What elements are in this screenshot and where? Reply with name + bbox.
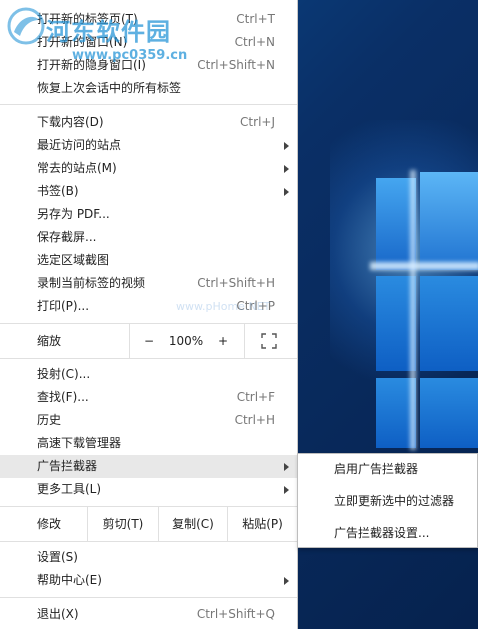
copy-button[interactable]: 复制(C) (159, 507, 227, 541)
edit-label: 修改 (37, 517, 62, 531)
menu-item-label: 恢复上次会话中的所有标签 (37, 81, 182, 95)
wallpaper-light-beam (410, 170, 416, 450)
menu-item-shortcut: Ctrl+T (236, 12, 275, 26)
submenu-item-label: 启用广告拦截器 (334, 462, 419, 476)
menu-item-label: 更多工具(L) (37, 482, 102, 496)
menu-item-shortcut: Ctrl+N (234, 35, 275, 49)
chevron-right-icon (281, 478, 291, 501)
chevron-right-icon (281, 157, 291, 180)
menu-item-label: 投射(C)... (37, 367, 91, 381)
paste-button[interactable]: 粘贴(P) (228, 507, 297, 541)
divider (129, 324, 130, 358)
chevron-right-icon (281, 569, 291, 592)
menu-item-frequent-sites[interactable]: 常去的站点(M) (0, 157, 297, 180)
watermark-url: www.pc0359.cn (72, 48, 188, 63)
menu-item-download-manager[interactable]: 高速下载管理器 (0, 432, 297, 455)
menu-item-find[interactable]: 查找(F)... Ctrl+F (0, 386, 297, 409)
divider (244, 324, 245, 358)
menu-item-shortcut: Ctrl+J (240, 115, 275, 129)
submenu-item-enable-ad-blocker[interactable]: 启用广告拦截器 (298, 454, 477, 484)
menu-item-label: 查找(F)... (37, 390, 89, 404)
menu-separator (0, 597, 297, 598)
zoom-out-button[interactable]: − (138, 324, 160, 358)
menu-item-shortcut: Ctrl+H (234, 413, 275, 427)
cut-button[interactable]: 剪切(T) (88, 507, 158, 541)
fullscreen-icon[interactable] (261, 333, 277, 349)
menu-item-exit[interactable]: 退出(X) Ctrl+Shift+Q (0, 603, 297, 626)
menu-item-label: 常去的站点(M) (37, 161, 117, 175)
menu-item-save-screenshot[interactable]: 保存截屏... (0, 226, 297, 249)
submenu-item-ad-blocker-settings[interactable]: 广告拦截器设置... (298, 518, 477, 548)
menu-item-label: 广告拦截器 (37, 459, 98, 473)
menu-item-settings[interactable]: 设置(S) (0, 546, 297, 569)
zoom-level: 100% (168, 334, 204, 348)
menu-item-label: 选定区域截图 (37, 253, 110, 267)
chevron-right-icon (281, 180, 291, 203)
menu-separator (0, 104, 297, 105)
wallpaper-window-pane (420, 276, 478, 371)
menu-item-bookmarks[interactable]: 书签(B) (0, 180, 297, 203)
menu-item-shortcut: Ctrl+Shift+H (197, 276, 275, 290)
menu-item-history[interactable]: 历史 Ctrl+H (0, 409, 297, 432)
watermark-logo-icon (7, 7, 45, 45)
menu-item-shortcut: Ctrl+Shift+N (197, 58, 275, 72)
menu-item-label: 另存为 PDF... (37, 207, 110, 221)
menu-item-label: 保存截屏... (37, 230, 97, 244)
watermark-title: 河东软件园 (46, 17, 171, 46)
zoom-row: 缩放 − 100% + (0, 323, 297, 359)
submenu-item-label: 广告拦截器设置... (334, 526, 430, 540)
menu-item-label: 帮助中心(E) (37, 573, 102, 587)
zoom-in-button[interactable]: + (212, 324, 234, 358)
menu-item-label: 录制当前标签的视频 (37, 276, 146, 290)
menu-item-more-tools[interactable]: 更多工具(L) (0, 478, 297, 501)
menu-item-help-center[interactable]: 帮助中心(E) (0, 569, 297, 592)
submenu-item-update-filters[interactable]: 立即更新选中的过滤器 (298, 486, 477, 516)
zoom-label: 缩放 (37, 334, 62, 348)
wallpaper-light-beam (370, 262, 478, 270)
menu-item-label: 高速下载管理器 (37, 436, 122, 450)
menu-item-cast[interactable]: 投射(C)... (0, 363, 297, 386)
menu-item-shortcut: Ctrl+Shift+Q (196, 607, 275, 621)
submenu-item-label: 立即更新选中的过滤器 (334, 494, 455, 508)
wallpaper-window-pane (420, 378, 478, 448)
menu-item-label: 设置(S) (37, 550, 78, 564)
menu-item-label: 历史 (37, 413, 62, 427)
wallpaper-window-pane (420, 172, 478, 270)
menu-item-downloads[interactable]: 下载内容(D) Ctrl+J (0, 111, 297, 134)
menu-item-region-screenshot[interactable]: 选定区域截图 (0, 249, 297, 272)
ad-blocker-submenu: 启用广告拦截器 立即更新选中的过滤器 广告拦截器设置... (297, 453, 478, 548)
menu-item-label: 书签(B) (37, 184, 79, 198)
watermark-faint-text: www.pHome.NET (176, 300, 271, 313)
menu-item-ad-blocker[interactable]: 广告拦截器 (0, 455, 297, 478)
menu-item-label: 下载内容(D) (37, 115, 104, 129)
menu-item-save-as-pdf[interactable]: 另存为 PDF... (0, 203, 297, 226)
menu-item-shortcut: Ctrl+F (236, 390, 275, 404)
edit-row: 修改 剪切(T) 复制(C) 粘贴(P) (0, 506, 297, 542)
browser-main-menu: 打开新的标签页(T) Ctrl+T 打开新的窗口(N) Ctrl+N 打开新的隐… (0, 0, 298, 629)
menu-item-restore-session[interactable]: 恢复上次会话中的所有标签 (0, 77, 297, 100)
menu-item-label: 退出(X) (37, 607, 79, 621)
menu-item-recent-sites[interactable]: 最近访问的站点 (0, 134, 297, 157)
menu-item-record-tab-video[interactable]: 录制当前标签的视频 Ctrl+Shift+H (0, 272, 297, 295)
menu-item-label: 最近访问的站点 (37, 138, 122, 152)
menu-item-label: 打印(P)... (37, 299, 90, 313)
chevron-right-icon (281, 455, 291, 478)
chevron-right-icon (281, 134, 291, 157)
